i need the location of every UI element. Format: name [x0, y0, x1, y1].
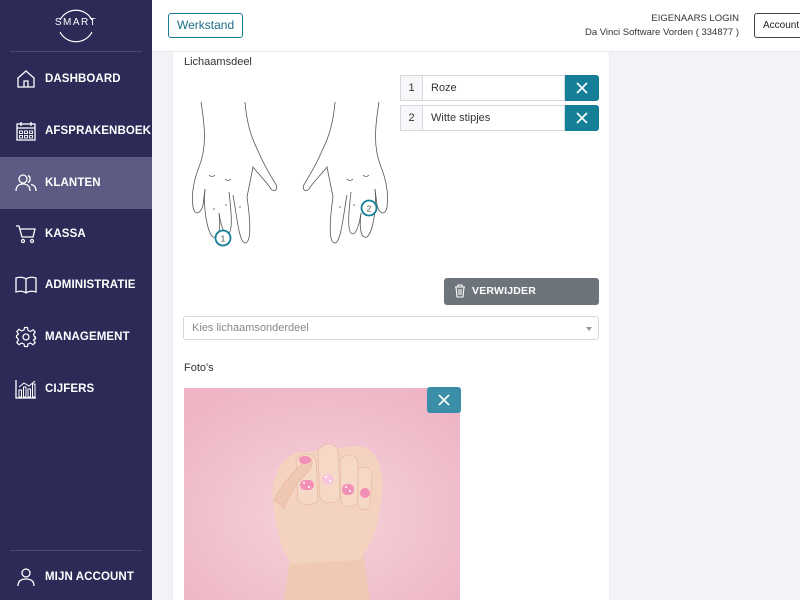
top-header: Werkstand EIGENAARS LOGIN Da Vinci Softw…	[152, 0, 800, 52]
calendar-icon	[16, 122, 36, 141]
sidebar-item-label: AFSPRAKENBOEK	[45, 125, 152, 137]
body-part-select-placeholder: Kies lichaamsonderdeel	[192, 322, 309, 334]
account-button[interactable]: Account	[754, 13, 800, 38]
body-part-row: 2 Witte stipjes	[400, 105, 600, 131]
sidebar-item-dashboard[interactable]: DASHBOARD	[0, 53, 152, 105]
gear-icon	[15, 326, 37, 348]
nail-photo[interactable]	[184, 388, 460, 600]
delete-part-button[interactable]: VERWIJDER ONDERDEEL	[444, 278, 599, 324]
sidebar-item-klanten[interactable]: KLANTEN	[0, 157, 152, 209]
nail-marker-1-label: 1	[221, 235, 226, 244]
home-icon	[17, 70, 35, 88]
logo-divider	[10, 51, 142, 52]
book-icon	[15, 276, 37, 294]
part-name: Witte stipjes	[422, 105, 565, 131]
sidebar-item-label: KASSA	[45, 228, 86, 240]
sidebar-item-label: CIJFERS	[45, 383, 95, 395]
chart-icon	[15, 380, 36, 399]
nail-marker-2-label: 2	[367, 205, 372, 214]
part-name: Roze	[422, 75, 565, 101]
sidebar-item-label: DASHBOARD	[45, 73, 121, 85]
sidebar-item-afsprakenboek[interactable]: AFSPRAKENBOEK	[0, 105, 152, 157]
user-icon	[17, 568, 35, 587]
sidebar-item-label: MANAGEMENT	[45, 331, 130, 343]
sidebar-item-kassa[interactable]: KASSA	[0, 208, 152, 260]
sidebar-item-cijfers[interactable]: CIJFERS	[0, 363, 152, 415]
sidebar-item-management[interactable]: MANAGEMENT	[0, 311, 152, 363]
close-icon	[576, 82, 588, 94]
sidebar: SMART DASHBOARD AFSPRAKENBOEK KLANTEN KA…	[0, 0, 152, 600]
body-part-heading: Lichaamsdeel	[184, 56, 252, 68]
part-number: 2	[400, 105, 422, 131]
remove-part-button[interactable]	[565, 75, 599, 101]
smart-logo[interactable]: SMART	[54, 6, 98, 46]
sidebar-item-label: ADMINISTRATIE	[45, 279, 136, 291]
remove-photo-button[interactable]	[427, 387, 461, 413]
sidebar-item-label: KLANTEN	[45, 177, 101, 189]
part-number: 1	[400, 75, 422, 101]
cart-icon	[16, 225, 36, 244]
body-part-select[interactable]: Kies lichaamsonderdeel	[183, 316, 599, 340]
chevron-down-icon	[586, 327, 592, 331]
logo-text: SMART	[54, 17, 98, 28]
close-icon	[438, 394, 450, 406]
trash-icon	[455, 284, 465, 298]
users-icon	[15, 174, 37, 192]
body-part-row: 1 Roze	[400, 75, 600, 101]
hands-illustration[interactable]: 1 2	[189, 97, 389, 257]
sidebar-item-administratie[interactable]: ADMINISTRATIE	[0, 259, 152, 311]
remove-part-button[interactable]	[565, 105, 599, 131]
werkstand-button[interactable]: Werkstand	[168, 13, 244, 38]
company-label: Da Vinci Software Vorden ( 334877 )	[584, 27, 739, 38]
content-card: Lichaamsdeel 1 2 1 Roze 2 Witte stipjes …	[172, 52, 610, 600]
sidebar-item-mijn-account[interactable]: MIJN ACCOUNT	[0, 551, 152, 600]
sidebar-item-label: MIJN ACCOUNT	[45, 571, 134, 583]
close-icon	[576, 112, 588, 124]
photos-heading: Foto's	[184, 362, 214, 374]
owner-login-label: EIGENAARS LOGIN	[651, 13, 739, 24]
